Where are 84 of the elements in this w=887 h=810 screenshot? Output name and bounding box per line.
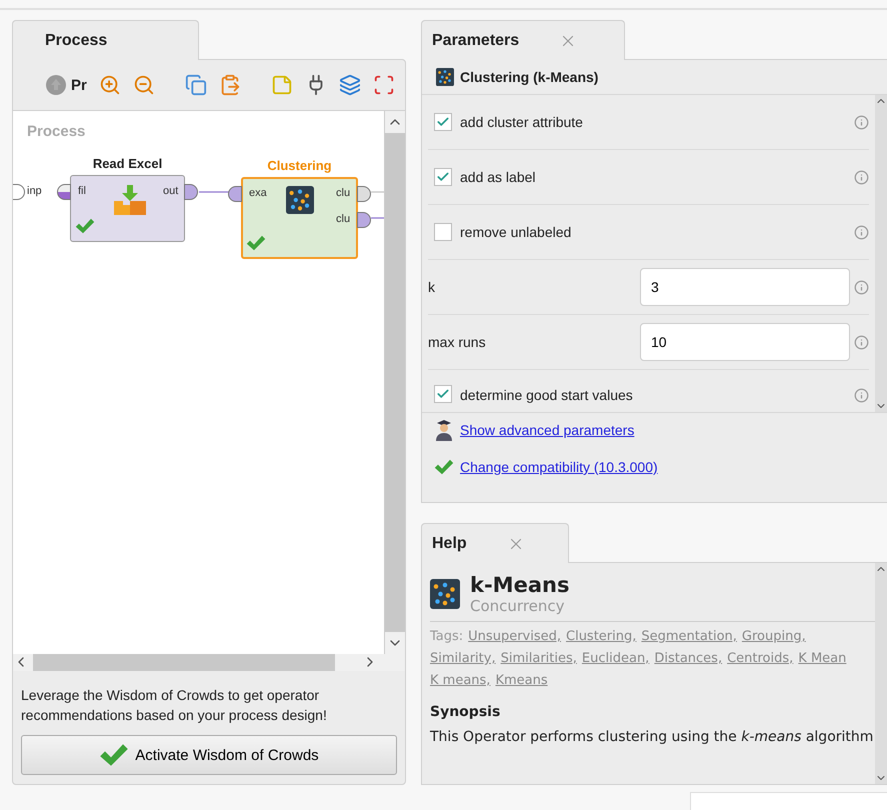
operator-node[interactable]	[241, 177, 358, 259]
tag-link[interactable]: Kmeans	[495, 670, 548, 692]
process-canvas[interactable]: Process inp Read Excel fil out Clustering exa clu clu	[13, 111, 385, 654]
parameter-label: k	[428, 279, 436, 295]
number-field[interactable]: 10	[640, 323, 850, 361]
tag-link[interactable]: Distances,	[654, 648, 722, 670]
help-title: k-Means	[470, 573, 570, 597]
activate-button[interactable]: Activate Wisdom of Crowds	[21, 735, 397, 775]
horizontal-scrollbar[interactable]	[13, 654, 405, 671]
output-port[interactable]	[357, 186, 371, 202]
check-icon	[436, 170, 450, 184]
parameters-tab[interactable]: Parameters	[421, 20, 625, 60]
operator-title: Read Excel	[92, 156, 164, 171]
tag-link[interactable]: Centroids,	[727, 648, 794, 670]
operator-title: Clustering	[266, 158, 333, 173]
vertical-scrollbar[interactable]	[385, 111, 405, 654]
advanced-parameters-link[interactable]: Show advanced parameters	[460, 422, 634, 438]
info-icon[interactable]	[854, 334, 869, 350]
info-icon[interactable]	[854, 114, 869, 130]
tag-link[interactable]: Unsupervised,	[468, 626, 561, 648]
zoom-out-icon[interactable]	[132, 74, 155, 96]
check-icon	[434, 459, 454, 475]
output-port[interactable]	[357, 212, 371, 228]
canvas-title: Process	[27, 123, 86, 140]
synopsis-text: This Operator performs clustering using the k-means algorithm	[430, 728, 874, 746]
help-subtitle: Concurrency	[470, 597, 566, 615]
port-label: fil	[78, 185, 86, 197]
vertical-scrollbar[interactable]	[875, 95, 887, 412]
info-icon[interactable]	[854, 280, 869, 294]
tag-link[interactable]: Segmentation,	[641, 626, 737, 648]
layers-icon[interactable]	[338, 74, 361, 96]
tag-link[interactable]: Euclidean,	[582, 648, 650, 670]
port-label: clu	[336, 187, 350, 199]
port-label: exa	[249, 187, 267, 199]
info-icon[interactable]	[854, 224, 869, 240]
expert-user-icon	[434, 419, 454, 441]
recommendation-text: Leverage the Wisdom of Crowds to get operator recommendations based on your process design!	[21, 686, 328, 725]
checkbox[interactable]	[434, 113, 452, 131]
parameter-label: determine good start values	[460, 387, 634, 403]
vertical-scrollbar[interactable]	[875, 563, 887, 784]
copy-icon[interactable]	[184, 74, 207, 96]
parameter-label: max runs	[428, 334, 487, 350]
tag-link[interactable]: Grouping,	[742, 626, 806, 648]
parameter-label: add cluster attribute	[460, 114, 584, 130]
tag-link[interactable]: K means,	[430, 670, 490, 692]
cluster-icon	[436, 68, 454, 86]
checkbox[interactable]	[434, 223, 452, 241]
checkbox[interactable]	[434, 385, 452, 403]
process-input-port[interactable]	[13, 184, 25, 200]
port-label: clu	[336, 213, 350, 225]
zoom-in-icon[interactable]	[98, 74, 121, 96]
parameter-label: add as label	[460, 169, 537, 185]
tags-label: Tags:	[430, 628, 464, 646]
input-port[interactable]	[57, 184, 71, 200]
port-label: inp	[27, 185, 42, 197]
tag-link[interactable]: Similarity,	[430, 648, 496, 670]
info-icon[interactable]	[854, 170, 869, 184]
fit-frame-icon[interactable]	[372, 74, 395, 96]
cluster-icon	[430, 579, 460, 609]
input-port[interactable]	[228, 186, 242, 202]
operator-name: Clustering (k-Means)	[460, 69, 598, 85]
process-tab[interactable]: Process	[12, 20, 199, 60]
info-icon[interactable]	[854, 388, 869, 403]
output-port[interactable]	[184, 184, 198, 200]
help-tab[interactable]: Help	[421, 523, 569, 563]
connection-line	[371, 191, 384, 193]
check-icon	[436, 115, 450, 129]
connection-line	[371, 217, 384, 219]
checkbox[interactable]	[434, 168, 452, 186]
tag-link[interactable]: Similarities,	[500, 648, 577, 670]
note-add-icon[interactable]	[270, 74, 293, 96]
check-icon	[436, 387, 450, 401]
toolbar-label[interactable]: Pr	[71, 76, 87, 94]
parameter-label: remove unlabeled	[460, 224, 572, 240]
cluster-icon	[286, 186, 314, 214]
check-icon	[99, 743, 130, 767]
tag-link[interactable]: Clustering,	[566, 626, 636, 648]
section-heading: Synopsis	[430, 704, 502, 720]
number-field[interactable]: 3	[640, 268, 850, 306]
compatibility-link[interactable]: Change compatibility (10.3.000)	[460, 459, 658, 475]
tag-link[interactable]: K Mean	[798, 648, 846, 670]
port-label: out	[163, 185, 178, 197]
operator-node[interactable]	[70, 175, 185, 242]
tray-download-icon	[114, 185, 146, 215]
